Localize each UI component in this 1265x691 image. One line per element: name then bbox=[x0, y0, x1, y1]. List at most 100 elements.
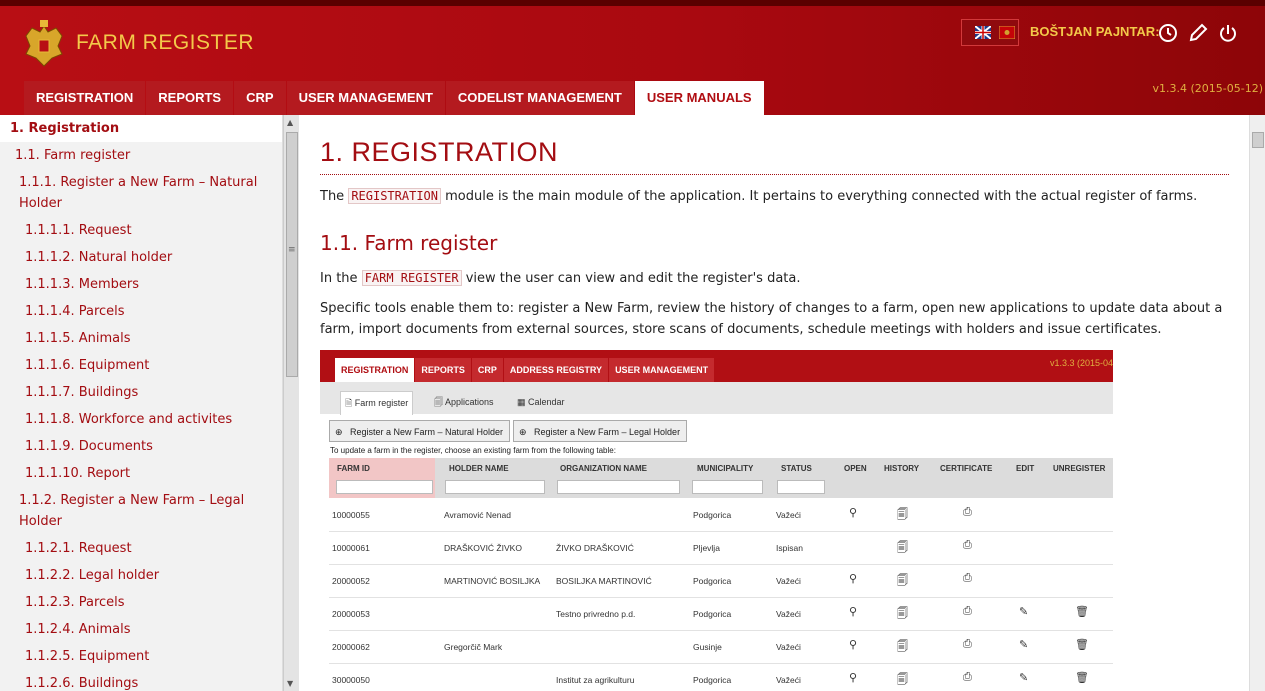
pencil-icon: ✎ bbox=[1019, 606, 1029, 618]
column-header: CERTIFICATE bbox=[940, 464, 993, 473]
toc-item[interactable]: 1.1.1.3. Members bbox=[0, 271, 282, 298]
tab-registration[interactable]: REGISTRATION bbox=[24, 81, 146, 115]
table-row: 20000052 MARTINOVIĆ BOSILJKA BOSILJKA MA… bbox=[329, 564, 1113, 598]
shot-nav: REGISTRATION REPORTS CRP ADDRESS REGISTR… bbox=[335, 358, 715, 382]
section-title: 1.1. Farm register bbox=[320, 231, 498, 255]
magnifier-icon: ⚲ bbox=[849, 573, 858, 585]
label: Farm register bbox=[354, 398, 409, 408]
farm-id: 20000052 bbox=[332, 576, 370, 586]
toc-item[interactable]: 1.1.1.8. Workforce and activites bbox=[0, 406, 282, 433]
filter-input bbox=[557, 480, 680, 494]
sidebar-scrollbar[interactable]: ▲ ≡ ▼ bbox=[283, 115, 299, 691]
label: Calendar bbox=[528, 397, 565, 407]
toc-item[interactable]: 1.1.2. Register a New Farm – Legal Holde… bbox=[0, 487, 254, 535]
org-name: Testno privredno p.d. bbox=[556, 609, 636, 619]
municipality: Podgorica bbox=[693, 576, 732, 586]
toc-item[interactable]: 1. Registration bbox=[0, 115, 282, 142]
language-switch[interactable] bbox=[961, 19, 1019, 46]
toc-item[interactable]: 1.1.1.2. Natural holder bbox=[0, 244, 282, 271]
montenegro-flag-icon[interactable] bbox=[999, 26, 1015, 39]
main-nav: REGISTRATION REPORTS CRP USER MANAGEMENT… bbox=[24, 81, 765, 115]
printer-icon: ⎙ bbox=[963, 671, 972, 683]
grip-icon: ≡ bbox=[288, 245, 296, 255]
pencil-icon: ✎ bbox=[1019, 639, 1029, 651]
magnifier-icon: ⚲ bbox=[849, 606, 858, 618]
printer-icon: ⎙ bbox=[963, 506, 972, 518]
farm-id: 20000062 bbox=[332, 642, 370, 652]
toc-item[interactable]: 1.1.1.4. Parcels bbox=[0, 298, 282, 325]
label: Applications bbox=[445, 397, 494, 407]
column-header: HISTORY bbox=[884, 464, 920, 473]
sidebar-scroll-thumb[interactable]: ≡ bbox=[286, 132, 298, 377]
history-icon: 🗐 bbox=[897, 608, 908, 620]
label: Register a New Farm – Natural Holder bbox=[350, 427, 504, 437]
printer-icon: ⎙ bbox=[963, 638, 972, 650]
toc-item[interactable]: 1.1.2.2. Legal holder bbox=[0, 562, 282, 589]
shot-tab: REGISTRATION bbox=[335, 358, 415, 382]
shot-subtabs: 🗎 Farm register 🗐 Applications ▦ Calenda… bbox=[320, 382, 1113, 415]
column-header: STATUS bbox=[781, 464, 812, 473]
toc-item[interactable]: 1.1.1.1. Request bbox=[0, 217, 282, 244]
power-icon[interactable] bbox=[1217, 22, 1239, 44]
municipality: Gusinje bbox=[693, 642, 722, 652]
table-row: 30000050 Institut za agrikulturu Podgori… bbox=[329, 663, 1113, 691]
paragraph-intro: The REGISTRATION module is the main modu… bbox=[320, 186, 1235, 207]
toc-item[interactable]: 1.1.1.10. Report bbox=[0, 460, 282, 487]
toc-item[interactable]: 1.1.1.7. Buildings bbox=[0, 379, 282, 406]
toc-item[interactable]: 1.1. Farm register bbox=[0, 142, 282, 169]
table-row: 20000053 Testno privredno p.d. Podgorica… bbox=[329, 597, 1113, 631]
content-scroll-thumb[interactable] bbox=[1252, 132, 1264, 148]
label: Register a New Farm – Legal Holder bbox=[534, 427, 681, 437]
column-header: HOLDER NAME bbox=[449, 464, 509, 473]
toc-item[interactable]: 1.1.2.3. Parcels bbox=[0, 589, 282, 616]
toc-item[interactable]: 1.1.2.6. Buildings bbox=[0, 670, 282, 691]
add-icon: ⊕ bbox=[519, 427, 527, 437]
shot-tab: REPORTS bbox=[415, 358, 471, 382]
org-name: BOSILJKA MARTINOVIĆ bbox=[556, 576, 652, 586]
clock-icon[interactable] bbox=[1157, 22, 1179, 44]
status: Važeći bbox=[776, 609, 801, 619]
org-name: ŽIVKO DRAŠKOVIĆ bbox=[556, 543, 634, 553]
app-version: v1.3.4 (2015-05-12) bbox=[1152, 82, 1263, 95]
toc-item[interactable]: 1.1.2.4. Animals bbox=[0, 616, 282, 643]
app-title: FARM REGISTER bbox=[76, 31, 255, 54]
scroll-up-icon[interactable]: ▲ bbox=[287, 118, 293, 127]
printer-icon: ⎙ bbox=[963, 605, 972, 617]
toc-item[interactable]: 1.1.1.9. Documents bbox=[0, 433, 282, 460]
content-scrollbar[interactable] bbox=[1249, 115, 1265, 691]
tab-user-management[interactable]: USER MANAGEMENT bbox=[286, 81, 445, 115]
code-farm-register: FARM REGISTER bbox=[361, 270, 462, 286]
pencil-icon[interactable] bbox=[1187, 22, 1209, 44]
tab-reports[interactable]: REPORTS bbox=[146, 81, 234, 115]
table-row: 20000062 Gregorčič Mark Gusinje Važeći ⚲… bbox=[329, 630, 1113, 664]
user-name[interactable]: BOŠTJAN PAJNTAR: bbox=[1030, 24, 1160, 39]
tab-user-manuals[interactable]: USER MANUALS bbox=[634, 81, 764, 115]
toc-item[interactable]: 1.1.1. Register a New Farm – Natural Hol… bbox=[0, 169, 264, 217]
manual-content: 1. REGISTRATION The REGISTRATION module … bbox=[300, 115, 1249, 691]
documents-icon: 🗐 bbox=[434, 397, 443, 407]
add-icon: ⊕ bbox=[335, 427, 343, 437]
scroll-down-icon[interactable]: ▼ bbox=[287, 679, 293, 688]
magnifier-icon: ⚲ bbox=[849, 507, 858, 519]
trash-icon: 🗑 bbox=[1075, 672, 1089, 684]
municipality: Podgorica bbox=[693, 510, 732, 520]
status: Važeći bbox=[776, 576, 801, 586]
status: Ispisan bbox=[776, 543, 803, 553]
printer-icon: ⎙ bbox=[963, 572, 972, 584]
farm-id: 10000055 bbox=[332, 510, 370, 520]
tab-codelist-management[interactable]: CODELIST MANAGEMENT bbox=[445, 81, 634, 115]
column-header: MUNICIPALITY bbox=[697, 464, 754, 473]
toc-item[interactable]: 1.1.2.5. Equipment bbox=[0, 643, 282, 670]
farm-id: 30000050 bbox=[332, 675, 370, 685]
tab-crp[interactable]: CRP bbox=[234, 81, 286, 115]
text: In the bbox=[320, 271, 362, 286]
toc-item[interactable]: 1.1.2.1. Request bbox=[0, 535, 282, 562]
page-title: 1. REGISTRATION bbox=[320, 137, 1229, 175]
toc-item[interactable]: 1.1.1.6. Equipment bbox=[0, 352, 282, 379]
history-icon: 🗐 bbox=[897, 509, 908, 521]
toc-item[interactable]: 1.1.1.5. Animals bbox=[0, 325, 282, 352]
status: Važeći bbox=[776, 510, 801, 520]
shot-tab: USER MANAGEMENT bbox=[609, 358, 715, 382]
column-header: OPEN bbox=[844, 464, 867, 473]
uk-flag-icon[interactable] bbox=[975, 26, 991, 39]
